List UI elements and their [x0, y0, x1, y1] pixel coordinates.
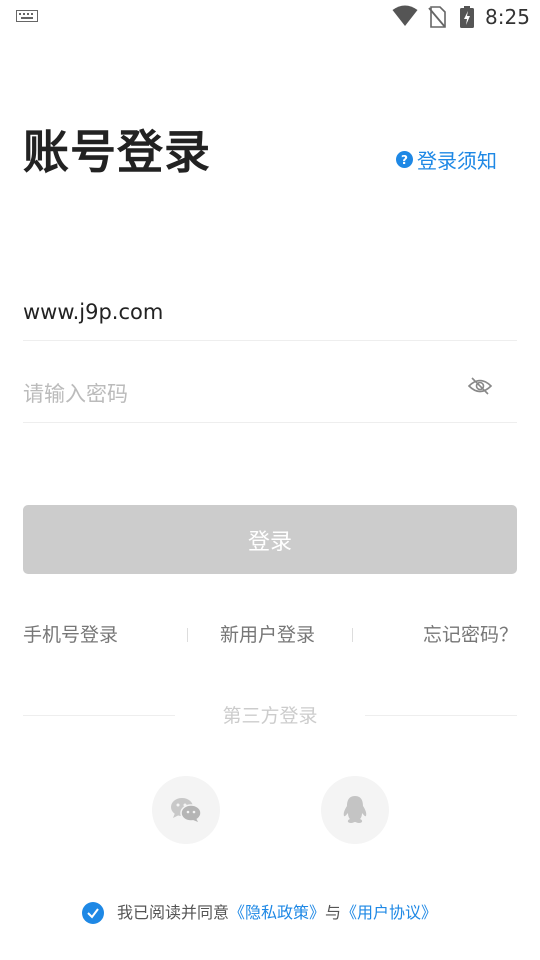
login-notice-label: 登录须知	[417, 149, 497, 173]
link-divider	[187, 628, 188, 642]
wechat-icon	[171, 798, 202, 822]
user-agreement-link[interactable]: 《用户协议》	[341, 900, 437, 926]
battery-charging-icon	[460, 6, 474, 28]
page-title: 账号登录	[23, 125, 211, 179]
agreement-row: 我已阅读并同意 《隐私政策》 与 《用户协议》	[82, 900, 437, 926]
login-button[interactable]: 登录	[23, 505, 517, 574]
account-input[interactable]	[23, 288, 453, 336]
status-time: 8:25	[485, 5, 530, 29]
eye-hidden-icon[interactable]	[467, 376, 493, 396]
no-sim-icon	[428, 6, 446, 28]
help-icon: ?	[396, 151, 413, 168]
password-input[interactable]	[23, 368, 453, 420]
privacy-policy-link[interactable]: 《隐私政策》	[229, 900, 325, 926]
wechat-login-button[interactable]	[152, 776, 220, 844]
login-notice-link[interactable]: ? 登录须知	[396, 145, 497, 174]
status-bar: 8:25	[0, 0, 540, 36]
phone-login-link[interactable]: 手机号登录	[23, 622, 118, 648]
qq-icon	[343, 796, 367, 823]
link-divider	[352, 628, 353, 642]
keyboard-icon	[16, 10, 38, 22]
agreement-conjunction: 与	[325, 903, 342, 922]
wifi-icon	[392, 5, 418, 26]
password-field	[23, 368, 517, 423]
checkbox-checked-icon[interactable]	[82, 902, 104, 924]
account-field	[23, 288, 517, 341]
qq-login-button[interactable]	[321, 776, 389, 844]
new-user-login-link[interactable]: 新用户登录	[220, 622, 315, 648]
third-party-label: 第三方登录	[222, 705, 318, 727]
forgot-password-link[interactable]: 忘记密码？	[423, 622, 518, 648]
agreement-prefix: 我已阅读并同意	[117, 903, 230, 922]
